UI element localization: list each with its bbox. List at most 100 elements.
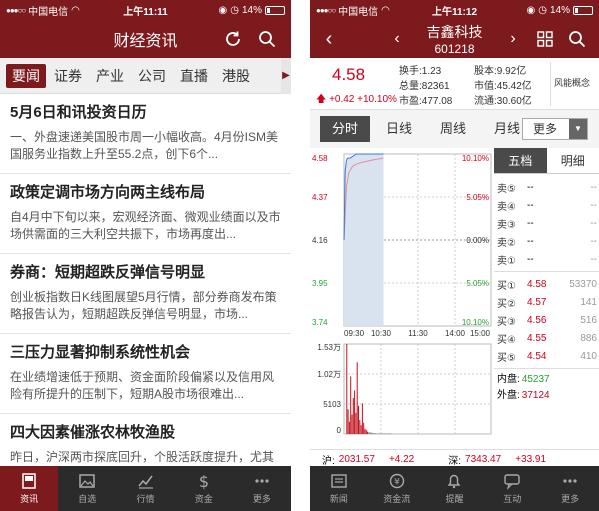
- ask-label: 卖②: [497, 237, 516, 249]
- outer-volume: 外盘: 37124: [494, 388, 599, 404]
- tab-company[interactable]: 公司: [132, 64, 172, 88]
- sz-index-value: 7343.47: [465, 454, 502, 465]
- volume-bar: [360, 425, 362, 434]
- volume-bar: [363, 422, 365, 434]
- bid-volume: 516: [580, 314, 597, 326]
- back-icon[interactable]: ‹: [318, 28, 340, 50]
- volume-bar: [347, 409, 349, 434]
- nav-label: 更多: [561, 494, 580, 504]
- tab-industry[interactable]: 产业: [90, 64, 130, 88]
- change-percent: +10.10%: [357, 94, 397, 105]
- nav-label: 资金: [194, 494, 213, 504]
- price-tick-label: 4.16: [312, 236, 328, 245]
- last-price: 4.58: [332, 65, 366, 84]
- tab-five-levels[interactable]: 五档: [494, 148, 547, 173]
- time-tick-label: 10:30: [371, 329, 392, 338]
- bid-volume: 886: [580, 332, 597, 344]
- stat-label: 换手:: [399, 66, 422, 77]
- volume-bar: [381, 433, 383, 434]
- battery-icon: [265, 5, 285, 15]
- tab-securities[interactable]: 证券: [48, 64, 88, 88]
- news-title: 政策定调市场方向两主线布局: [10, 184, 206, 201]
- bottom-nav: 新闻 ¥ 资金流 提醒 互动 更多: [310, 466, 599, 511]
- stat-value: 30.60亿: [496, 96, 532, 107]
- concept-tag[interactable]: 风能概念: [554, 76, 590, 89]
- bid-price: 4.58: [527, 278, 547, 290]
- nav-more[interactable]: 更多: [233, 466, 291, 511]
- news-summary: 在业绩增速低于预期、资金面阶段偏紧以及信用风险有所提升的压制下，短期A股市场很难…: [10, 370, 275, 401]
- nav-market[interactable]: 行情: [116, 466, 174, 511]
- ask-volume: --: [590, 217, 597, 229]
- nav-news[interactable]: 资讯: [0, 466, 59, 511]
- volume-bar: [346, 344, 348, 434]
- bid-row: 买④ 4.55 886: [494, 329, 599, 347]
- stat-label: 总量:: [399, 81, 422, 92]
- outer-value: 37124: [521, 390, 550, 401]
- status-bar: ●●●○○ 中国电信 ◠ 上午11:11 ◉ ◷ 14%: [0, 0, 291, 20]
- refresh-icon[interactable]: [222, 28, 244, 50]
- nav-news[interactable]: 新闻: [310, 466, 368, 511]
- price-tick-label: 4.37: [312, 193, 328, 202]
- list-item[interactable]: 券商：短期超跌反弹信号明显 创业板指数日K线图展望5月行情，部分券商发布策略报告…: [0, 254, 291, 334]
- next-stock-icon[interactable]: ›: [502, 28, 524, 50]
- nav-watchlist[interactable]: 自选: [58, 466, 116, 511]
- list-item[interactable]: 三压力显著抑制系统性机会 在业绩增速低于预期、资金面阶段偏紧以及信用风险有所提升…: [0, 334, 291, 414]
- list-item[interactable]: 政策定调市场方向两主线布局 自4月中下旬以来，宏观经济面、微观业绩面以及市场供需…: [0, 174, 291, 254]
- nav-label: 行情: [136, 494, 155, 504]
- volume-bar: [368, 432, 370, 434]
- percent-tick-label: 10.10%: [462, 318, 489, 327]
- period-more-select[interactable]: 更多 ▼: [522, 118, 588, 140]
- newspaper-icon: [331, 474, 347, 488]
- tab-hk-stocks[interactable]: 港股: [216, 64, 256, 88]
- volume-tick-label: 1.53万: [317, 343, 341, 352]
- tab-intraday[interactable]: 分时: [320, 116, 370, 142]
- bid-label: 买①: [497, 280, 516, 292]
- stock-title: 吉鑫科技 601218: [427, 22, 483, 56]
- search-icon[interactable]: [566, 28, 588, 50]
- grid-icon[interactable]: [534, 28, 556, 50]
- chevron-down-icon: ▼: [569, 119, 587, 139]
- nav-funds[interactable]: $ 资金: [175, 466, 233, 511]
- stock-header: ‹ ‹ 吉鑫科技 601218 ›: [310, 20, 599, 58]
- list-item[interactable]: 5月6日和讯投资日历 一、外盘速递美国股市周一小幅收高。4月份ISM美国服务业指…: [0, 94, 291, 174]
- nav-fund-flow[interactable]: ¥ 资金流: [368, 466, 426, 511]
- time-tick-label: 15:00: [470, 329, 491, 338]
- stat-value: 9.92亿: [496, 66, 527, 77]
- volume-bar: [351, 414, 353, 434]
- quote-stats: 换手:1.23 股本:9.92亿 总量:82361 市值:45.42亿 市盈:4…: [399, 62, 549, 107]
- news-title: 四大因素催涨农林牧渔股: [10, 424, 176, 441]
- tab-headlines[interactable]: 要闻: [6, 63, 46, 88]
- ask-price: --: [527, 181, 534, 193]
- intraday-chart[interactable]: 4.58 4.37 4.16 3.95 3.74 10.10% 5.05% 0.00% 5.05…: [310, 148, 492, 438]
- ask-volume: --: [590, 181, 597, 193]
- top-bar: ●●●○○ 中国电信 ◠ 上午11:11 ◉ ◷ 14% 财经资讯: [0, 0, 291, 58]
- bid-volume: 141: [580, 296, 597, 308]
- stock-code: 601218: [434, 42, 475, 56]
- nav-more[interactable]: 更多: [541, 466, 599, 511]
- bid-label: 买④: [497, 334, 516, 346]
- stock-name: 吉鑫科技: [426, 24, 483, 40]
- tab-details[interactable]: 明细: [547, 148, 599, 173]
- search-icon[interactable]: [256, 28, 278, 50]
- stats-row: 总量:82361 市值:45.42亿: [399, 77, 549, 92]
- list-item[interactable]: 四大因素催涨农林牧渔股 昨日，沪深两市探底回升，个股活跃度提升，尤其是农林牧渔板…: [0, 414, 291, 466]
- news-title: 券商：短期超跌反弹信号明显: [10, 264, 206, 281]
- grid-icon-svg: [537, 31, 553, 47]
- bid-price: 4.54: [527, 350, 547, 362]
- bid-row: 买③ 4.56 516: [494, 311, 599, 329]
- stat-share-cap: 股本:9.92亿: [474, 62, 549, 77]
- tabs-scroll-right-icon[interactable]: ▶: [281, 57, 291, 94]
- sh-index-change: +4.22: [388, 454, 415, 465]
- tab-weekly[interactable]: 周线: [428, 116, 478, 142]
- bid-label: 买③: [497, 316, 516, 328]
- bid-volume: 410: [580, 350, 597, 362]
- bid-label: 买②: [497, 298, 516, 310]
- ask-row: 卖④ -- --: [494, 196, 599, 214]
- period-more-label: 更多: [533, 122, 558, 136]
- tab-live[interactable]: 直播: [174, 64, 214, 88]
- tab-daily[interactable]: 日线: [374, 116, 424, 142]
- nav-alert[interactable]: 提醒: [426, 466, 484, 511]
- prev-stock-icon[interactable]: ‹: [386, 28, 408, 50]
- volume-bar: [382, 433, 384, 434]
- nav-interact[interactable]: 互动: [483, 466, 541, 511]
